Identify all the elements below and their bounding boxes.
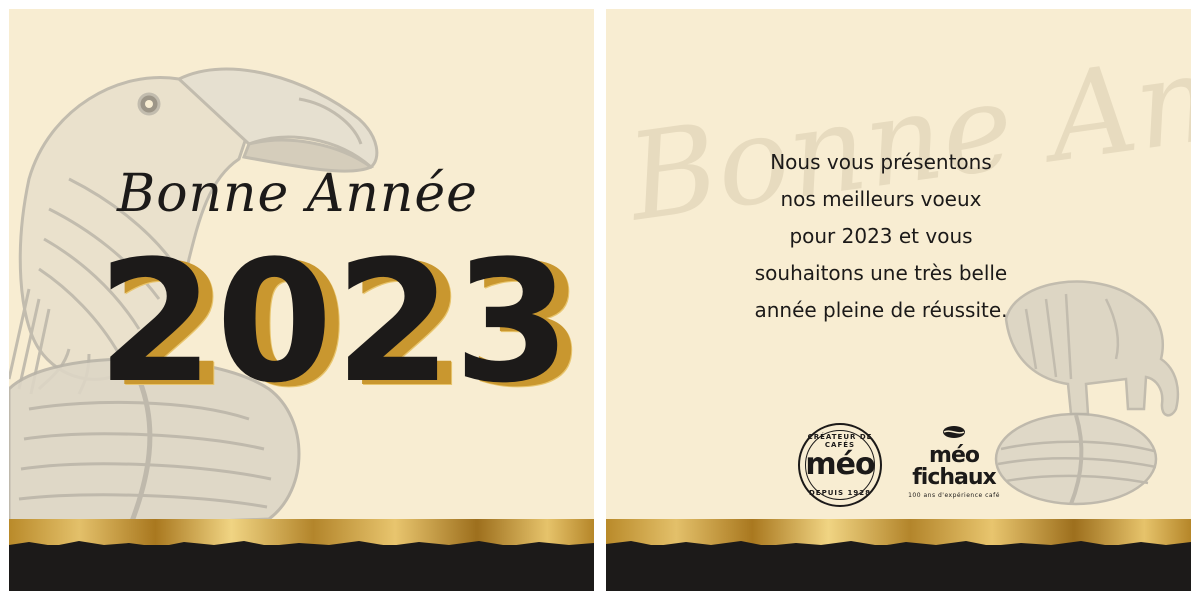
fichaux-logo-tagline: 100 ans d'expérience café	[908, 492, 1000, 499]
meo-seal-bottom-text: DEPUIS 1928	[809, 489, 871, 497]
message-line-2: nos meilleurs voeux	[780, 187, 982, 211]
message-line-4: souhaitons une très belle	[754, 261, 1008, 285]
meo-seal-word: méo	[805, 447, 875, 482]
fichaux-logo-line-2: fichaux	[912, 465, 997, 490]
torn-edge	[9, 541, 594, 549]
black-footer-band	[9, 541, 594, 591]
year-text: 2023	[97, 224, 573, 420]
year-display: 2023 2023	[97, 237, 585, 411]
meo-logo-seal: CRÉATEUR DE CAFÉS méo DEPUIS 1928	[798, 423, 882, 507]
greeting-card-front: Bonne Année 2023 2023	[9, 9, 594, 591]
message-line-5: année pleine de réussite.	[754, 298, 1008, 322]
message-line-3: pour 2023 et vous	[789, 224, 973, 248]
meo-fichaux-logo: méo fichaux 100 ans d'expérience café	[904, 425, 1004, 505]
message-line-1: Nous vous présentons	[770, 150, 992, 174]
greeting-card-back: Bonne Année Nous vous présentons nos mei…	[606, 9, 1191, 591]
script-title: Bonne Année	[117, 164, 478, 224]
torn-edge	[606, 541, 1191, 549]
black-footer-band	[606, 541, 1191, 591]
coffee-bean-icon	[943, 426, 965, 438]
greeting-message: Nous vous présentons nos meilleurs voeux…	[716, 144, 1046, 329]
